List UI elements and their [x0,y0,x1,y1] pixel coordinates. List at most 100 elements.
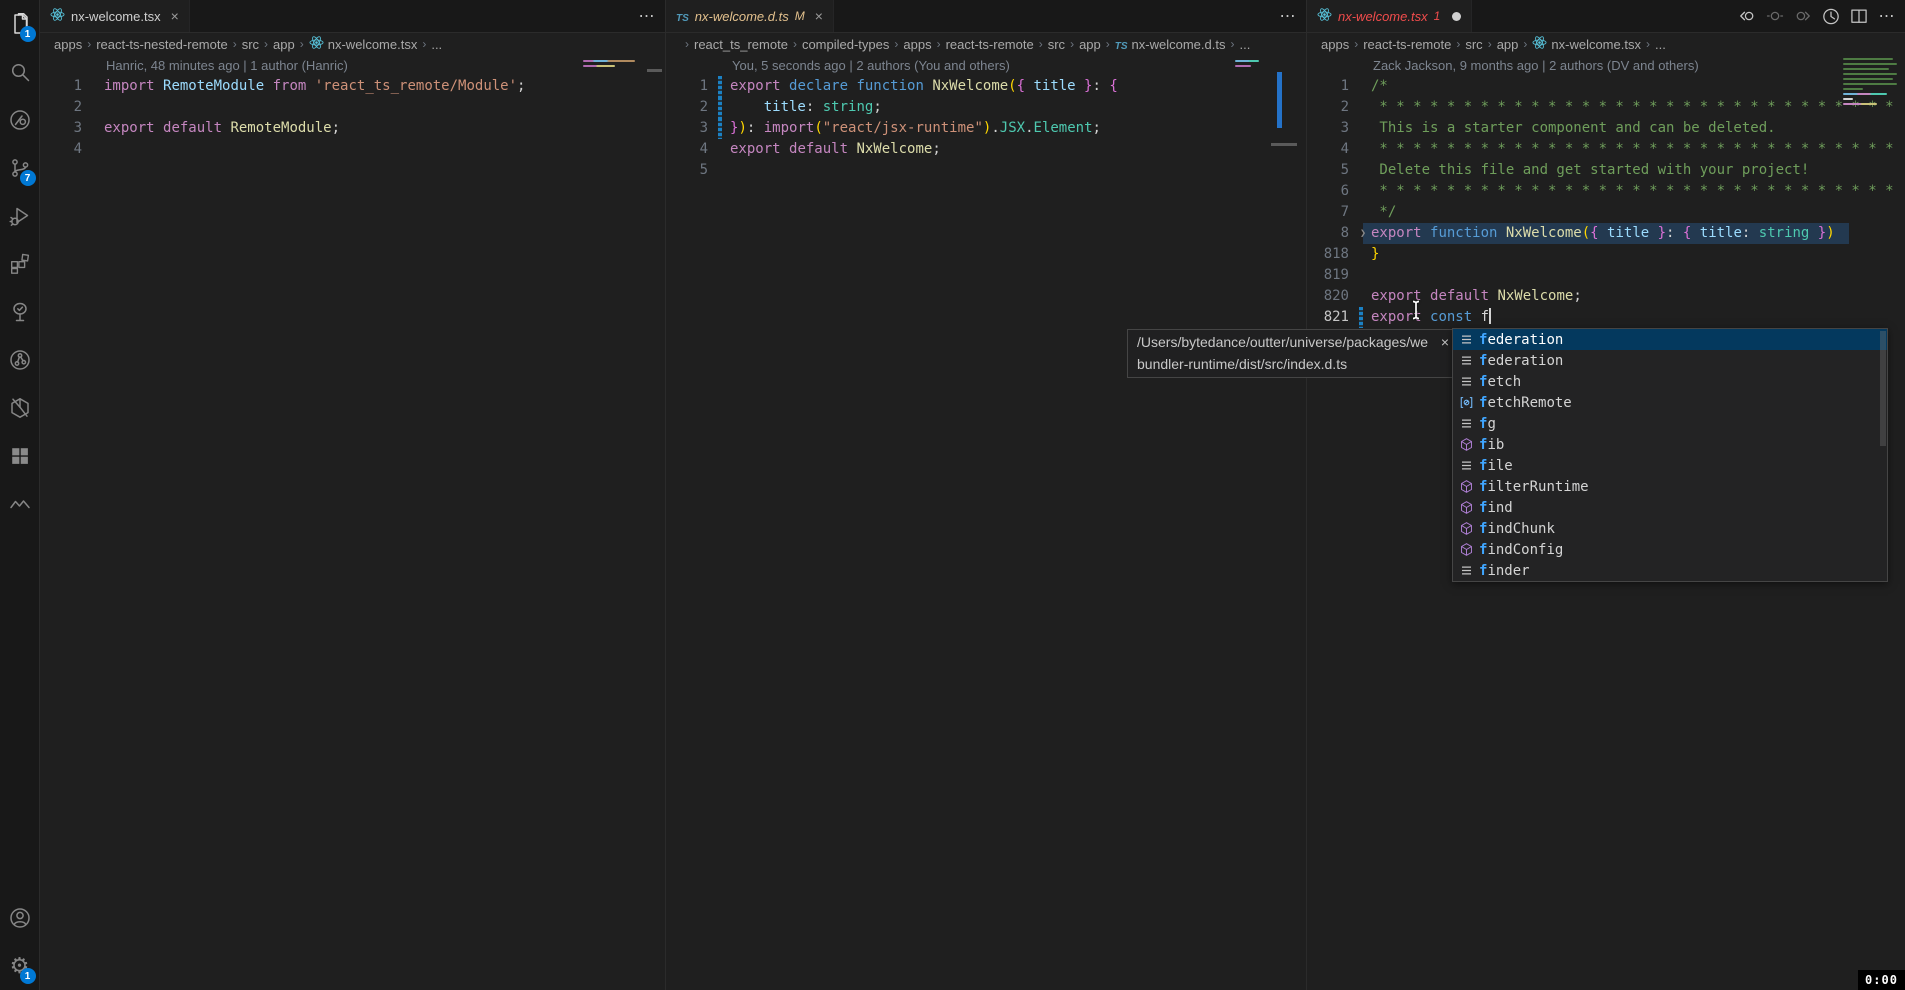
code-line-6: 6 * * * * * * * * * * * * * * * * * * * … [1307,181,1905,202]
breadcrumb-item-app[interactable]: app [1079,37,1101,52]
suggest-label: file [1479,458,1513,474]
breadcrumb-separator: › [1456,37,1460,51]
activity-item-hexagon[interactable] [0,384,40,432]
definition-path-tooltip: /Users/bytedance/outter/universe/package… [1127,329,1457,378]
breadcrumb-separator: › [300,37,304,51]
breadcrumb-item-src[interactable]: src [242,37,259,52]
fold-chevron-icon[interactable]: ❯ [1360,223,1370,244]
suggest-label: federation [1479,332,1563,348]
tab-bar: TSnx-welcome.d.tsM× ⋯ [666,0,1306,33]
line-number: 4 [666,139,718,160]
code-line-1: 1export declare function NxWelcome({ tit… [666,76,1306,97]
breadcrumb-item-src[interactable]: src [1465,37,1482,52]
breadcrumb-item-react_ts_remote[interactable]: react_ts_remote [694,37,788,52]
activity-item-search[interactable] [0,48,40,96]
more-icon[interactable]: ⋯ [637,6,657,26]
activity-item-extensions[interactable] [0,240,40,288]
activity-item-history-search[interactable] [0,96,40,144]
suggest-item-federation[interactable]: federation [1453,329,1887,350]
text-cursor [1489,308,1491,324]
breadcrumb-item-react-ts-remote[interactable]: react-ts-remote [946,37,1034,52]
more-icon[interactable]: ⋯ [1278,6,1298,26]
line-number: 818 [1307,244,1359,265]
minimap[interactable] [1843,55,1899,108]
breadcrumb: apps›react-ts-nested-remote›src›app›nx-w… [40,33,665,55]
activity-item-run-debug[interactable] [0,192,40,240]
git-blame-annotation: Hanric, 48 minutes ago | 1 author (Hanri… [40,55,665,76]
breadcrumb-item-nx-welcome.d.ts[interactable]: TSnx-welcome.d.ts [1115,37,1226,52]
symbol-cube-icon [1453,542,1479,557]
breadcrumb-item-react-ts-remote[interactable]: react-ts-remote [1363,37,1451,52]
tab-close-icon[interactable]: × [171,8,179,24]
breadcrumb-item-nx-welcome.tsx[interactable]: nx-welcome.tsx [309,35,418,53]
hexagon-icon [8,396,32,420]
tab-close-icon[interactable]: × [815,8,823,24]
suggest-label: fib [1479,437,1504,453]
split-editor-icon[interactable] [1849,6,1869,26]
suggest-item-fetch[interactable]: fetch [1453,371,1887,392]
breadcrumb-item-...[interactable]: ... [1655,37,1666,52]
breadcrumb-item-src[interactable]: src [1048,37,1065,52]
prev-change-icon[interactable] [1737,6,1757,26]
breadcrumb-item-apps[interactable]: apps [54,37,82,52]
activity-item-git-graph[interactable] [0,336,40,384]
activity-item-account[interactable] [0,894,40,942]
suggest-item-finder[interactable]: finder [1453,560,1887,581]
suggest-item-findConfig[interactable]: findConfig [1453,539,1887,560]
change-icon[interactable] [1765,6,1785,26]
activity-item-wave[interactable] [0,480,40,528]
minimap[interactable] [1235,57,1261,70]
breadcrumb-item-apps[interactable]: apps [903,37,931,52]
suggest-item-fetchRemote[interactable]: fetchRemote [1453,392,1887,413]
code-line-2: 2 [40,97,665,118]
code-line-818: 818} [1307,244,1905,265]
breadcrumb-item-apps[interactable]: apps [1321,37,1349,52]
line-number: 2 [40,97,92,118]
activity-item-test-tree[interactable] [0,288,40,336]
timeline-icon[interactable] [1821,6,1841,26]
line-number: 7 [1307,202,1359,223]
tooltip-close-icon[interactable]: × [1441,331,1449,353]
code-editor[interactable]: You, 5 seconds ago | 2 authors (You and … [666,55,1306,990]
breadcrumb-item-nx-welcome.tsx[interactable]: nx-welcome.tsx [1532,35,1641,53]
breadcrumb-item-app[interactable]: app [273,37,295,52]
vscode-window: 17⚙1 nx-welcome.tsx×⋯ apps›react-ts-nest… [0,0,1905,990]
code-line-8: 8❯export function NxWelcome({ title }: {… [1307,223,1905,244]
suggest-item-filterRuntime[interactable]: filterRuntime [1453,476,1887,497]
next-change-icon[interactable] [1793,6,1813,26]
suggest-label: federation [1479,353,1563,369]
code-editor[interactable]: Hanric, 48 minutes ago | 1 author (Hanri… [40,55,665,990]
breadcrumb-item-react-ts-nested-remote[interactable]: react-ts-nested-remote [96,37,228,52]
activity-item-settings-gear[interactable]: ⚙1 [0,942,40,990]
tab-nx-welcome.tsx[interactable]: nx-welcome.tsx× [40,0,190,32]
react-file-icon [1532,35,1547,53]
suggest-label: find [1479,500,1513,516]
activity-item-source-control[interactable]: 7 [0,144,40,192]
breadcrumb-item-...[interactable]: ... [431,37,442,52]
suggest-label: findChunk [1479,521,1555,537]
suggest-item-findChunk[interactable]: findChunk [1453,518,1887,539]
tab-nx-welcome.tsx[interactable]: nx-welcome.tsx1 [1307,0,1472,32]
activity-item-grid[interactable] [0,432,40,480]
tab-nx-welcome.d.ts[interactable]: TSnx-welcome.d.tsM× [666,0,834,32]
more-icon[interactable]: ⋯ [1877,6,1897,26]
react-file-icon [1317,7,1332,25]
symbol-cube-icon [1453,437,1479,452]
dirty-indicator-dot[interactable] [1452,12,1461,21]
suggest-scrollbar[interactable] [1880,331,1886,446]
suggest-item-federation[interactable]: federation [1453,350,1887,371]
breadcrumb-item-...[interactable]: ... [1239,37,1250,52]
code-line-820: 820export default NxWelcome; [1307,286,1905,307]
suggest-item-fib[interactable]: fib [1453,434,1887,455]
breadcrumb-item-app[interactable]: app [1497,37,1519,52]
suggest-item-fg[interactable]: fg [1453,413,1887,434]
breadcrumb-separator: › [422,37,426,51]
breadcrumb-separator: › [937,37,941,51]
suggest-label: filterRuntime [1479,479,1589,495]
line-number: 3 [1307,118,1359,139]
activity-item-explorer[interactable]: 1 [0,0,40,48]
breadcrumb-item-compiled-types[interactable]: compiled-types [802,37,889,52]
minimap[interactable] [583,57,641,70]
suggest-item-file[interactable]: file [1453,455,1887,476]
suggest-item-find[interactable]: find [1453,497,1887,518]
